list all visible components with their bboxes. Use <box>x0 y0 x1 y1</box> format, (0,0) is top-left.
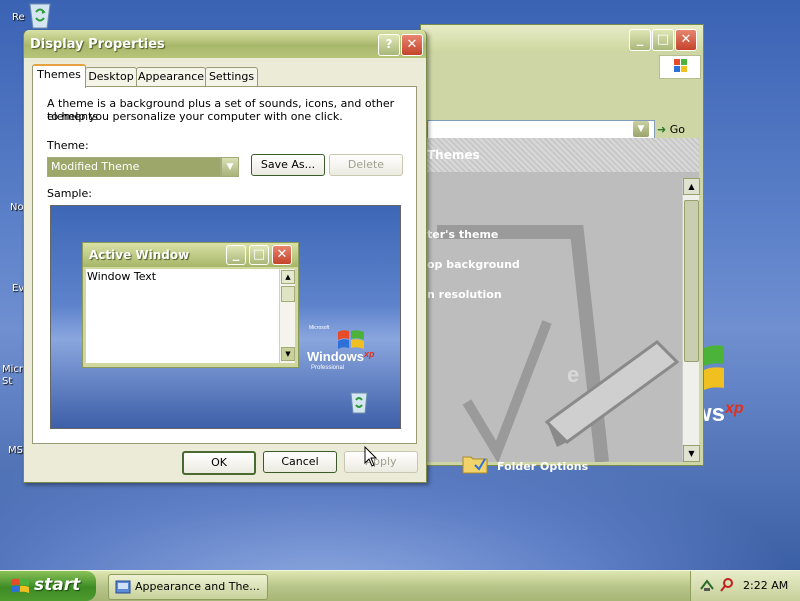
control-panel-icon <box>115 579 131 598</box>
tab-settings[interactable]: Settings <box>205 67 258 86</box>
sample-window-body: Window Text <box>86 269 279 363</box>
sample-logo-microsoft: Microsoft <box>309 325 330 331</box>
themes-tab-page: A theme is a background plus a set of so… <box>32 86 417 444</box>
sample-close-icon: ✕ <box>272 245 292 265</box>
taskbar: start Appearance and The... 2:22 AM <box>0 570 800 601</box>
tab-desktop[interactable]: Desktop <box>85 67 137 86</box>
delete-button: Delete <box>329 154 403 176</box>
start-label: start <box>34 575 81 595</box>
desktop-icon-label: Re <box>12 12 25 23</box>
desktop-icon-label: No <box>10 202 24 213</box>
address-dropdown-icon[interactable]: ▼ <box>633 121 649 137</box>
clock[interactable]: 2:22 AM <box>743 579 788 592</box>
apply-button: Apply <box>344 451 418 473</box>
display-properties-dialog[interactable]: Display Properties ? ✕ Themes Desktop Ap… <box>23 30 427 483</box>
sample-scroll-thumb <box>281 286 295 302</box>
maximize-button[interactable]: □ <box>652 29 674 51</box>
minimize-button[interactable]: _ <box>629 29 651 51</box>
go-label: Go <box>669 123 685 136</box>
sample-logo-edition: Professional <box>311 365 345 371</box>
network-icon[interactable] <box>699 577 715 596</box>
sample-scrollbar: ▲ ▼ <box>280 269 295 363</box>
sample-window-text: Window Text <box>87 270 157 283</box>
panel-header: Themes <box>427 138 699 172</box>
dialog-title: Display Properties <box>30 37 165 52</box>
taskbar-item-appearance[interactable]: Appearance and The... <box>108 574 268 600</box>
desktop-icon-label: Micr St <box>2 364 24 387</box>
scroll-down-icon[interactable]: ▼ <box>683 445 700 462</box>
svg-text:e: e <box>567 362 579 387</box>
sample-maximize-icon: □ <box>249 245 269 265</box>
sample-scroll-up-icon: ▲ <box>281 270 295 284</box>
dialog-titlebar[interactable]: Display Properties <box>24 30 426 58</box>
task-link-background[interactable]: op background <box>427 258 520 271</box>
desktop-icon-label: MS <box>8 445 23 456</box>
tab-appearance[interactable]: Appearance <box>136 67 206 86</box>
task-link-theme[interactable]: ter's theme <box>427 228 498 241</box>
themes-illustration: e <box>437 225 680 462</box>
scroll-up-icon[interactable]: ▲ <box>683 178 700 195</box>
sample-label: Sample: <box>47 187 92 200</box>
recycle-bin-icon <box>347 389 371 418</box>
theme-select-value: Modified Theme <box>51 160 140 173</box>
start-button[interactable]: start <box>0 571 96 601</box>
go-arrow-icon: ➜ <box>657 123 667 136</box>
ok-button[interactable]: OK <box>182 451 256 475</box>
windows-flag-icon <box>10 577 30 600</box>
help-button[interactable]: ? <box>378 34 400 56</box>
theme-sample-preview: Active Window _ □ ✕ Window Text ▲ ▼ Micr… <box>50 205 401 429</box>
mouse-cursor-icon <box>364 445 378 471</box>
theme-select[interactable]: Modified Theme <box>47 157 221 177</box>
cancel-button[interactable]: Cancel <box>263 451 337 473</box>
sample-logo-windows: Windowsxp <box>307 349 375 364</box>
theme-label: Theme: <box>47 139 89 152</box>
sample-scroll-down-icon: ▼ <box>281 347 295 361</box>
scroll-thumb[interactable] <box>684 200 699 362</box>
address-bar[interactable] <box>427 120 655 140</box>
description-line-2: to help you personalize your computer wi… <box>47 110 343 123</box>
vertical-scrollbar[interactable]: ▲ ▼ <box>682 178 700 462</box>
folder-options-link[interactable]: Folder Options <box>497 460 588 473</box>
save-as-button[interactable]: Save As... <box>251 154 325 176</box>
system-tray: 2:22 AM <box>690 571 800 601</box>
panel-title: Themes <box>427 148 480 162</box>
close-button[interactable]: ✕ <box>401 34 423 56</box>
taskbar-item-label: Appearance and The... <box>135 580 260 593</box>
chevron-down-icon[interactable]: ▼ <box>221 157 239 177</box>
sample-minimize-icon: _ <box>226 245 246 265</box>
sample-window-title: Active Window <box>89 248 190 262</box>
search-icon[interactable] <box>719 577 735 596</box>
sample-active-window: Active Window _ □ ✕ Window Text ▲ ▼ <box>82 242 299 368</box>
go-button[interactable]: ➜ Go <box>657 121 701 139</box>
windows-logo-icon <box>704 342 734 395</box>
windows-flag-icon <box>659 55 701 79</box>
close-button[interactable]: ✕ <box>675 29 697 51</box>
control-panel-window[interactable]: _ □ ✕ ▼ ➜ Go Themes e ter's theme op bac… <box>420 24 704 474</box>
content-panel: Themes e ter's theme op background n res… <box>427 138 700 474</box>
tab-themes[interactable]: Themes <box>32 64 86 88</box>
task-link-resolution[interactable]: n resolution <box>427 288 502 301</box>
folder-options-icon <box>461 451 489 478</box>
